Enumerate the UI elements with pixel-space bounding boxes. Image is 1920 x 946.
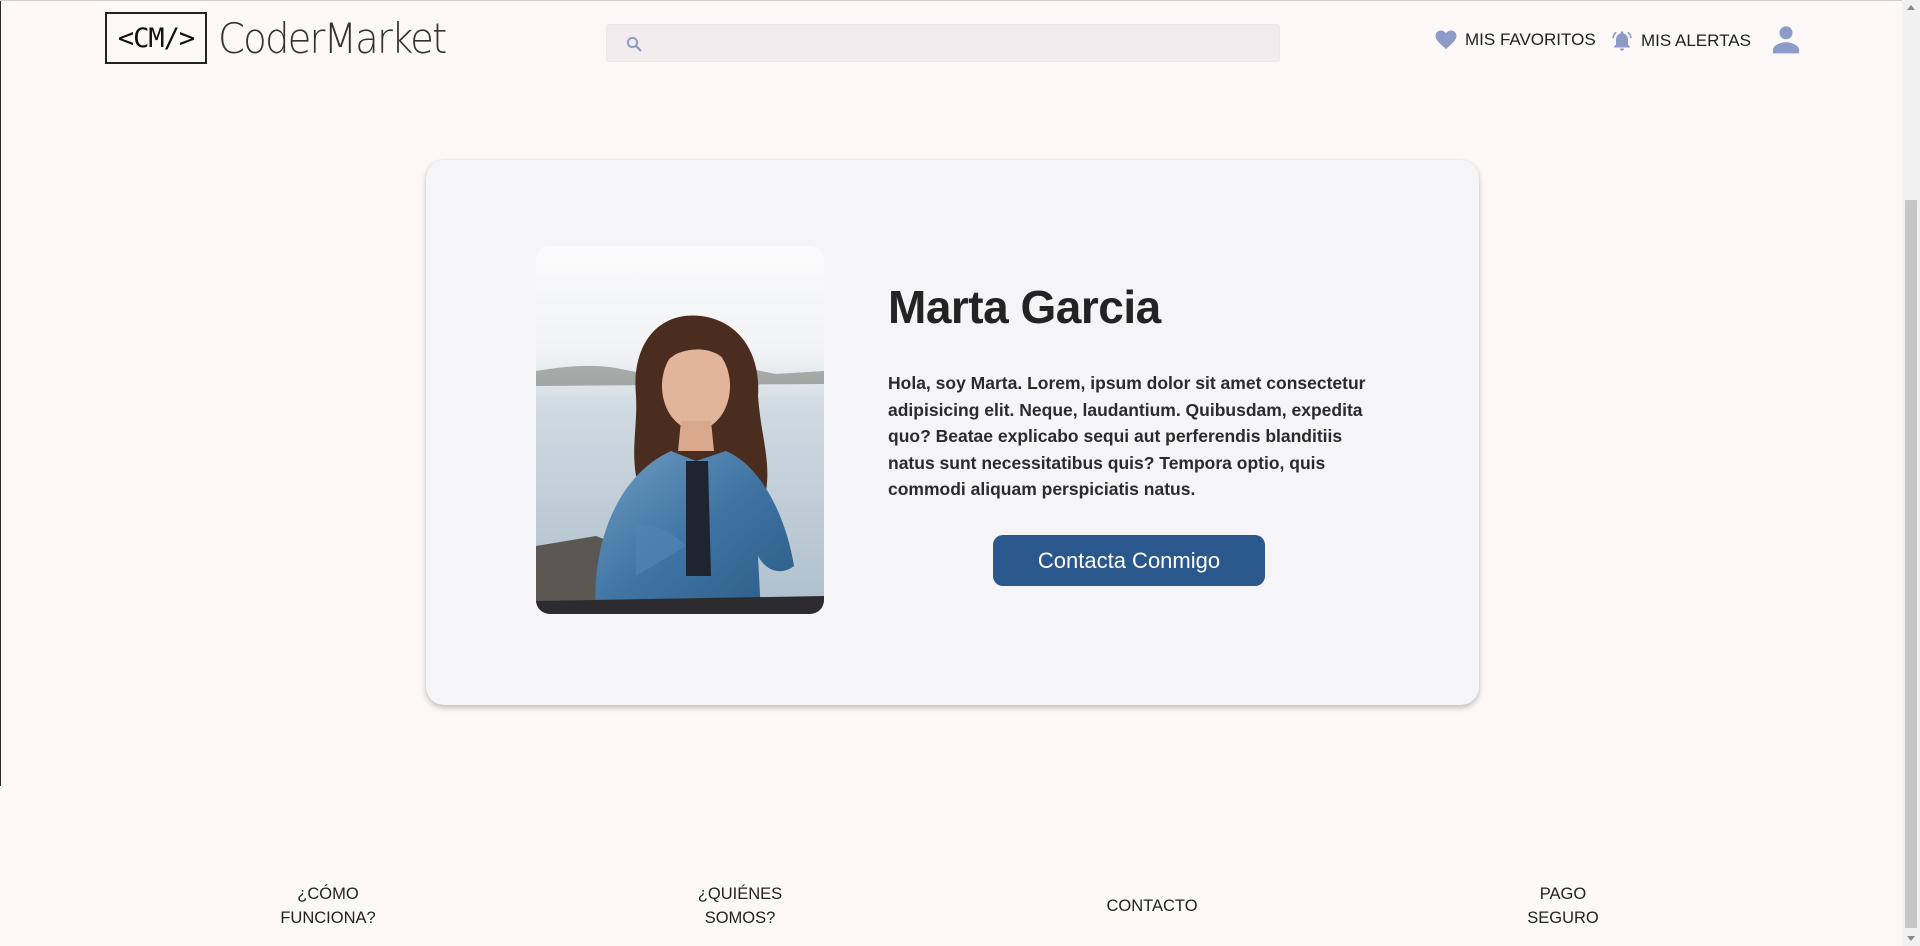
favorites-label: MIS FAVORITOS (1465, 30, 1596, 49)
alerts-label: MIS ALERTAS (1641, 31, 1751, 50)
footer-link-about-us[interactable]: ¿QUIÉNES SOMOS? (680, 882, 800, 930)
site-footer: ¿CÓMO FUNCIONA? ¿QUIÉNES SOMOS? CONTACTO… (0, 786, 1902, 946)
footer-link-how-it-works[interactable]: ¿CÓMO FUNCIONA? (268, 882, 388, 930)
contact-button[interactable]: Contacta Conmigo (993, 535, 1265, 586)
profile-card: Marta Garcia Hola, soy Marta. Lorem, ips… (426, 160, 1479, 705)
footer-link-contact[interactable]: CONTACTO (1092, 894, 1212, 918)
logo-mark: <CM/> (105, 12, 207, 64)
search-input[interactable] (655, 25, 1265, 61)
profile-name: Marta Garcia (888, 281, 1161, 333)
site-logo[interactable]: <CM/> CoderMarket (105, 12, 465, 64)
scroll-up-arrow-icon[interactable] (1907, 5, 1915, 10)
search-icon[interactable] (625, 35, 643, 53)
bell-icon (1612, 31, 1632, 51)
window-left-border (0, 0, 1, 786)
site-header: <CM/> CoderMarket MIS FAVORITOS MIS ALER… (0, 0, 1902, 80)
profile-photo (536, 246, 824, 614)
favorites-link[interactable]: MIS FAVORITOS (1435, 30, 1596, 50)
search-bar (606, 24, 1280, 62)
profile-bio: Hola, soy Marta. Lorem, ipsum dolor sit … (888, 373, 1366, 499)
vertical-scrollbar[interactable] (1902, 0, 1920, 946)
scrollbar-thumb[interactable] (1905, 200, 1917, 928)
alerts-link[interactable]: MIS ALERTAS (1611, 30, 1751, 52)
app-root: <CM/> CoderMarket MIS FAVORITOS MIS ALER… (0, 0, 1920, 946)
user-icon[interactable] (1771, 24, 1801, 54)
heart-icon (1435, 30, 1457, 50)
scroll-down-arrow-icon[interactable] (1907, 936, 1915, 941)
logo-wordmark: CoderMarket (218, 13, 447, 63)
footer-link-secure-payment[interactable]: PAGO SEGURO (1503, 882, 1623, 930)
